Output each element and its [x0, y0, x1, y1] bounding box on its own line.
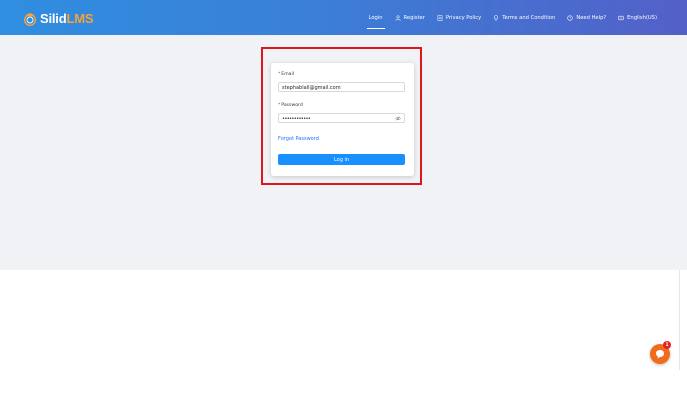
graduation-seal-icon [24, 13, 36, 26]
nav-privacy-label: Privacy Policy [445, 14, 482, 21]
brand-name: SilidLMS [40, 11, 93, 27]
user-icon [394, 14, 401, 21]
nav-language[interactable]: English(US) [618, 0, 657, 35]
password-label: *Password [278, 103, 303, 108]
email-field[interactable]: stephablall@gmail.com [278, 82, 405, 92]
lightbulb-icon [494, 14, 499, 20]
nav-register[interactable]: Register [394, 0, 425, 35]
login-button[interactable]: Log in [278, 154, 405, 165]
nav-login[interactable]: Login [366, 0, 385, 35]
brand-logo[interactable]: SilidLMS [23, 11, 93, 27]
nav-language-label: English(US) [627, 14, 657, 21]
scrollbar-edge [679, 270, 680, 370]
email-label: *Email [278, 72, 294, 77]
eye-invisible-icon[interactable] [395, 116, 401, 121]
email-value: stephablall@gmail.com [282, 84, 341, 91]
top-nav: Login Register Privacy Policy Terms and … [357, 0, 657, 35]
nav-terms[interactable]: Terms and Condition [493, 0, 555, 35]
chat-launcher-button[interactable]: 1 [650, 341, 671, 364]
forgot-password-link[interactable]: Forgot Password [278, 136, 319, 142]
login-card: *Email stephablall@gmail.com *Password •… [271, 63, 414, 176]
document-icon [437, 14, 443, 21]
email-label-text: Email [281, 72, 295, 77]
password-label-text: Password [281, 103, 303, 108]
password-value: •••••••••••• [282, 115, 311, 122]
brand-name-part1: Silid [40, 11, 67, 26]
required-marker: * [278, 72, 281, 77]
nav-privacy-policy[interactable]: Privacy Policy [437, 0, 481, 35]
top-navbar: SilidLMS Login Register Privacy Policy T… [0, 0, 687, 35]
login-button-label: Log in [333, 156, 350, 163]
chat-bubble-icon [656, 350, 664, 359]
brand-name-part2: LMS [66, 11, 94, 26]
language-icon [618, 15, 624, 20]
required-marker: * [278, 103, 281, 108]
question-circle-icon [567, 14, 573, 21]
nav-help[interactable]: Need Help? [567, 0, 606, 35]
nav-login-label: Login [368, 14, 383, 21]
nav-help-label: Need Help? [576, 14, 607, 21]
nav-terms-label: Terms and Condition [502, 14, 556, 21]
password-field[interactable]: •••••••••••• [278, 113, 405, 123]
chat-notification-badge: 1 [663, 341, 671, 349]
nav-register-label: Register [403, 14, 425, 21]
